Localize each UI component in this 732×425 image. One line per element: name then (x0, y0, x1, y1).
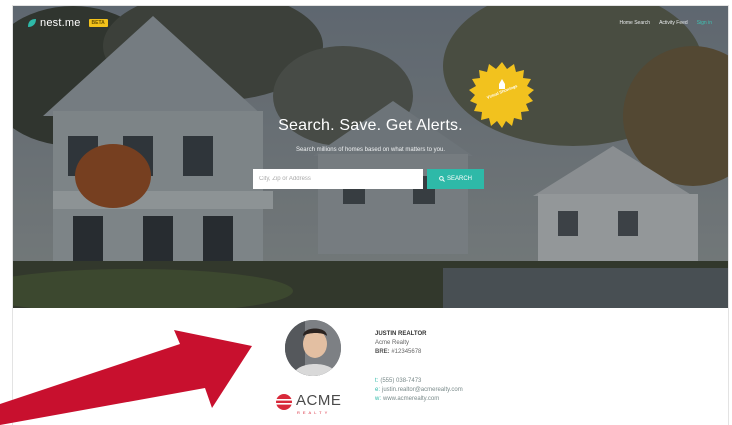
red-arrow-annotation (0, 330, 252, 425)
